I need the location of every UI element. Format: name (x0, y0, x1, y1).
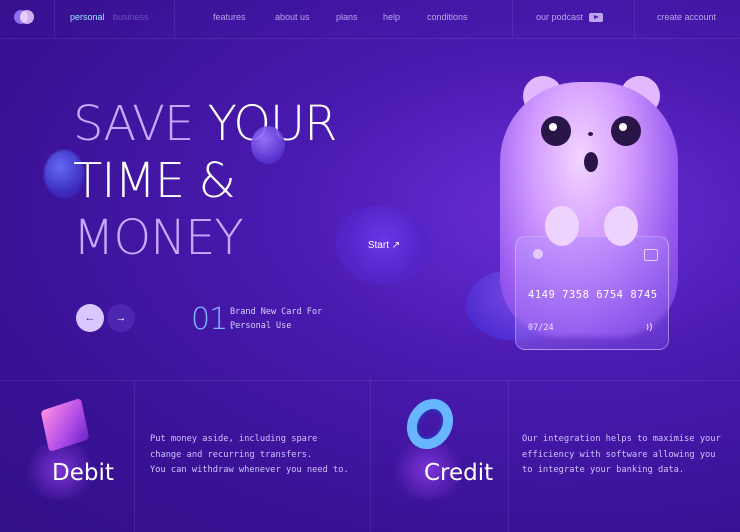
mascot-nose (588, 132, 593, 136)
slide-caption: Brand New Card For Personal Use (230, 305, 322, 333)
nav-help[interactable]: help (383, 12, 400, 22)
create-account-link[interactable]: create account (657, 12, 716, 22)
nav-podcast[interactable]: our podcast (536, 12, 604, 23)
nav-features[interactable]: features (213, 12, 246, 22)
card-number: 4149 7358 6754 8745 (528, 289, 658, 301)
start-button[interactable]: Start ↗ (336, 206, 432, 284)
hero-title-money: MONEY (73, 210, 244, 266)
mascot-paw (545, 206, 579, 246)
card-chip-icon (644, 249, 658, 261)
slide-number-value: 01 (191, 302, 228, 337)
mascot-eye (611, 116, 641, 146)
mascot-eye (541, 116, 571, 146)
feature-title-debit: Debit (52, 460, 114, 486)
divider (0, 38, 740, 39)
slide-caption-line: Brand New Card For (230, 307, 323, 317)
mascot-paw (604, 206, 638, 246)
logo[interactable] (14, 10, 34, 26)
card-expiry: 07/24 (528, 323, 554, 333)
nav-plans[interactable]: plans (336, 12, 358, 22)
hero-title: SAVE YOUR TIME & MONEY (73, 96, 338, 267)
next-slide-button[interactable]: → (107, 304, 135, 332)
contactless-icon (644, 321, 656, 336)
feature-desc-line: Put money aside, including spare (150, 434, 318, 444)
prev-slide-button[interactable]: ← (76, 304, 104, 332)
nav-personal[interactable]: personal (70, 12, 105, 22)
decorative-blob (251, 126, 285, 164)
nav-podcast-label: our podcast (536, 12, 584, 22)
nav-conditions[interactable]: conditions (427, 12, 468, 22)
feature-desc-line: Our integration helps to maximise your (522, 434, 721, 444)
feature-desc-line: change and recurring transfers. (150, 449, 313, 460)
feature-desc-line: efficiency with software allowing you (522, 449, 716, 460)
card-logo (528, 249, 543, 261)
feature-desc-debit: Put money aside, including spare change … (150, 432, 349, 479)
feature-desc-line: to integrate your banking data. (522, 465, 685, 475)
divider (134, 380, 135, 532)
hero-title-time: TIME & (73, 153, 236, 209)
top-nav: personal business features about us plan… (0, 0, 740, 38)
cube-icon (40, 397, 90, 453)
nav-about-us[interactable]: about us (275, 12, 310, 22)
mascot-mouth (584, 152, 598, 172)
feature-title-credit: Credit (424, 460, 494, 486)
hero-title-save: SAVE (73, 96, 194, 152)
nav-business[interactable]: business (113, 12, 149, 22)
divider (508, 380, 509, 532)
bank-card: 4149 7358 6754 8745 07/24 (515, 236, 669, 350)
feature-desc-line: You can withdraw whenever you need to. (150, 465, 349, 475)
video-icon (589, 13, 604, 23)
feature-desc-credit: Our integration helps to maximise your e… (522, 432, 721, 479)
divider (370, 380, 371, 532)
slide-caption-line: Personal Use (230, 321, 292, 331)
